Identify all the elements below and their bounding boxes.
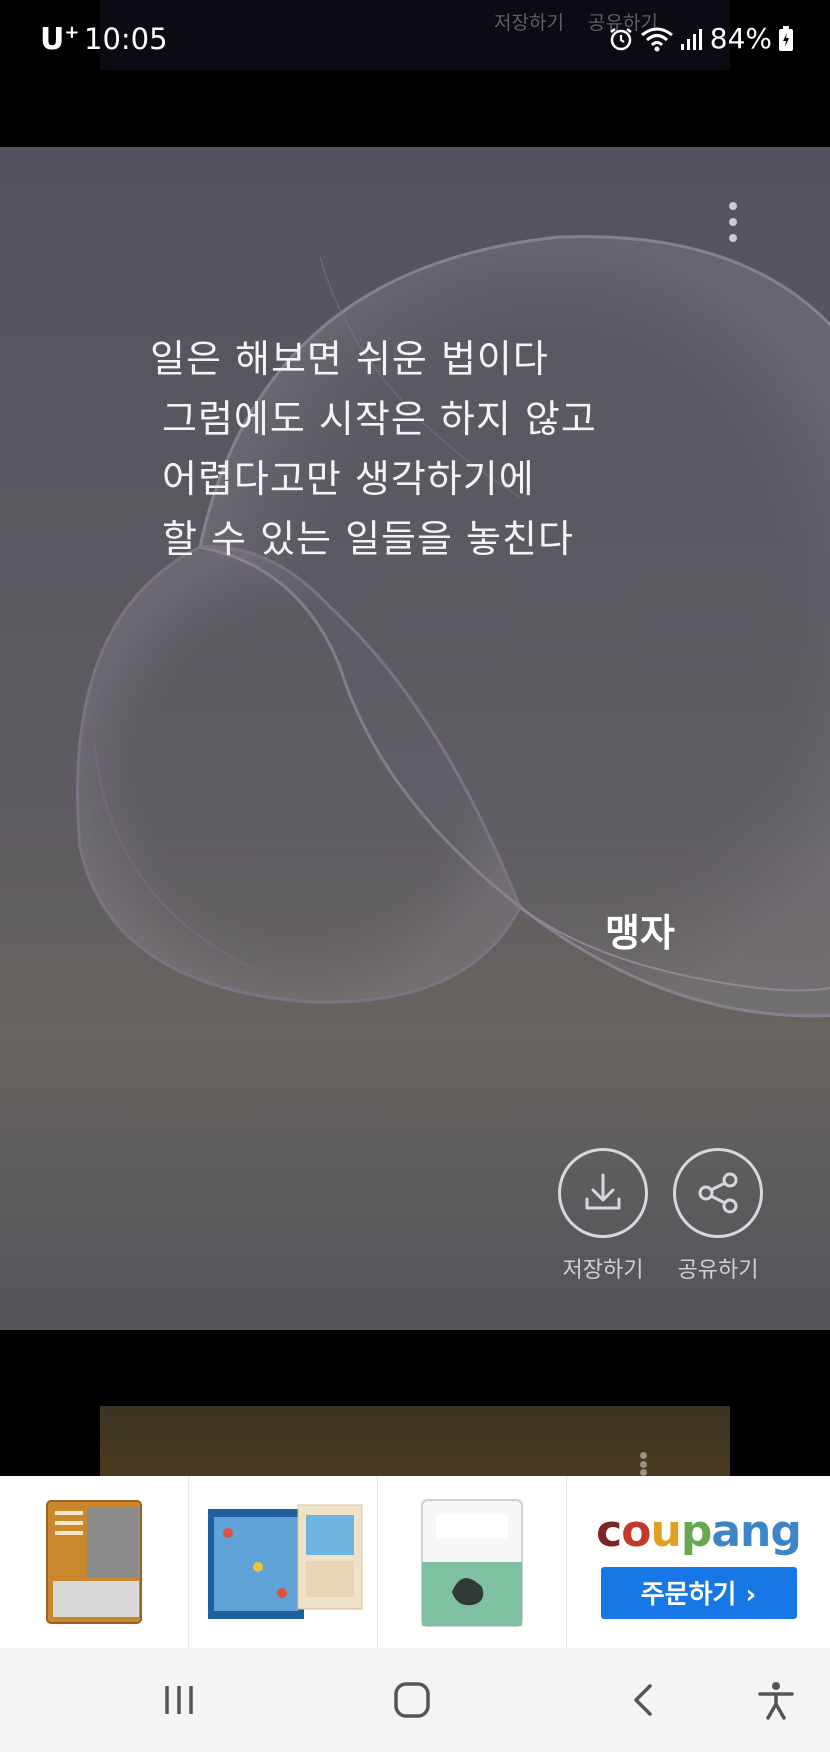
quote-text: 일은 해보면 쉬운 법이다 그럼에도 시작은 하지 않고 어렵다고만 생각하기에… (150, 329, 770, 569)
quote-line: 일은 해보면 쉬운 법이다 (150, 337, 549, 381)
download-icon[interactable] (558, 1148, 648, 1238)
recent-apps-icon[interactable] (157, 1678, 201, 1722)
next-card-strip[interactable] (100, 1406, 730, 1476)
save-button[interactable]: 저장하기 (558, 1148, 648, 1284)
previous-save-label: 저장하기 (494, 12, 564, 34)
alarm-icon (610, 27, 632, 50)
more-vertical-icon[interactable] (726, 200, 740, 244)
logo-part: ang (711, 1505, 802, 1557)
share-button[interactable]: 공유하기 (673, 1148, 763, 1284)
status-bar: 저장하기 공유하기 U+ 10:05 84% (0, 0, 830, 90)
quote-line: 어렵다고만 생각하기에 (162, 457, 535, 501)
signal-icon (680, 28, 702, 50)
quote-card: 일은 해보면 쉬운 법이다 그럼에도 시작은 하지 않고 어렵다고만 생각하기에… (0, 147, 830, 1330)
logo-part: u (650, 1505, 681, 1557)
logo-part: c (596, 1505, 622, 1557)
quote-author: 맹자 (605, 910, 675, 955)
save-label: 저장하기 (562, 1258, 644, 1283)
battery-percent: 84% (709, 22, 772, 55)
screen: 저장하기 공유하기 U+ 10:05 84% 일은 해보면 쉬운 법이다 그럼에… (0, 0, 830, 1752)
carrier-name: U (40, 22, 65, 57)
order-button[interactable]: 주문하기 › (600, 1566, 797, 1619)
logo-part: o (621, 1505, 651, 1557)
ad-item-cat-litter[interactable] (378, 1476, 567, 1648)
quote-line: 할 수 있는 일들을 놓친다 (162, 517, 574, 561)
wifi-icon (640, 27, 673, 51)
cat-litter-bag-image (421, 1499, 523, 1627)
share-label: 공유하기 (677, 1258, 759, 1283)
share-icon[interactable] (673, 1148, 763, 1238)
ad-banner[interactable]: coupang 주문하기 › (0, 1476, 830, 1648)
clock: 10:05 (84, 22, 168, 56)
navigation-bar (0, 1648, 830, 1752)
ad-item-cat-game[interactable] (189, 1476, 378, 1648)
status-icons: 84% (608, 22, 794, 55)
accessibility-icon[interactable] (754, 1678, 798, 1722)
carrier: U+ (40, 22, 79, 57)
carrier-plus: + (64, 22, 80, 43)
battery-charging-icon (779, 25, 793, 51)
coupang-logo: coupang (596, 1505, 802, 1557)
cat-game-board-image (208, 1504, 363, 1619)
ad-item-cat-food[interactable] (0, 1476, 189, 1648)
cat-food-bag-image (46, 1500, 142, 1624)
quote-line: 그럼에도 시작은 하지 않고 (162, 397, 597, 441)
coupang-ad[interactable]: coupang 주문하기 › (567, 1476, 830, 1648)
home-icon[interactable] (390, 1678, 434, 1722)
logo-part: p (680, 1505, 712, 1557)
next-card-more-icon[interactable] (638, 1452, 648, 1476)
back-icon[interactable] (622, 1678, 666, 1722)
